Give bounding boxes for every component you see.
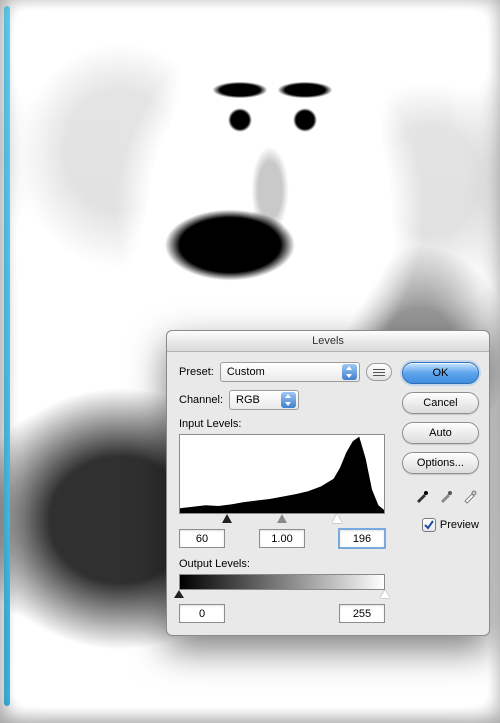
input-gamma-field[interactable]: 1.00	[259, 529, 305, 548]
preset-dropdown[interactable]: Custom	[220, 362, 360, 382]
white-eyedropper-icon[interactable]	[461, 486, 479, 504]
gray-eyedropper-icon[interactable]	[437, 486, 455, 504]
output-black-handle[interactable]	[174, 590, 184, 598]
output-white-field[interactable]: 255	[339, 604, 385, 623]
channel-value: RGB	[236, 394, 277, 406]
eyedropper-group	[402, 486, 479, 504]
black-point-handle[interactable]	[222, 514, 232, 523]
preset-label: Preset:	[179, 366, 214, 378]
preview-checkbox[interactable]	[422, 518, 436, 532]
auto-button[interactable]: Auto	[402, 422, 479, 444]
menu-icon	[373, 372, 385, 373]
ok-button[interactable]: OK	[402, 362, 479, 384]
output-white-handle[interactable]	[380, 590, 390, 598]
options-button[interactable]: Options...	[402, 452, 479, 474]
black-eyedropper-icon[interactable]	[413, 486, 431, 504]
white-point-handle[interactable]	[332, 514, 342, 523]
stepper-icon	[281, 392, 296, 408]
input-white-field[interactable]: 196	[339, 529, 385, 548]
histogram	[179, 434, 385, 514]
preset-value: Custom	[227, 366, 338, 378]
channel-label: Channel:	[179, 394, 223, 406]
stepper-icon	[342, 364, 357, 380]
preset-menu-button[interactable]	[366, 363, 392, 381]
levels-dialog: Levels Preset: Custom Channel: RGB	[166, 330, 490, 636]
gamma-handle[interactable]	[277, 514, 287, 523]
output-black-field[interactable]: 0	[179, 604, 225, 623]
dialog-title: Levels	[167, 331, 489, 352]
output-levels-label: Output Levels:	[179, 558, 392, 570]
input-black-field[interactable]: 60	[179, 529, 225, 548]
cancel-button[interactable]: Cancel	[402, 392, 479, 414]
input-levels-label: Input Levels:	[179, 418, 392, 430]
output-gradient	[179, 574, 385, 590]
preview-label: Preview	[440, 519, 479, 531]
input-levels-slider[interactable]	[179, 513, 385, 527]
channel-dropdown[interactable]: RGB	[229, 390, 299, 410]
output-levels-slider[interactable]	[179, 590, 385, 602]
